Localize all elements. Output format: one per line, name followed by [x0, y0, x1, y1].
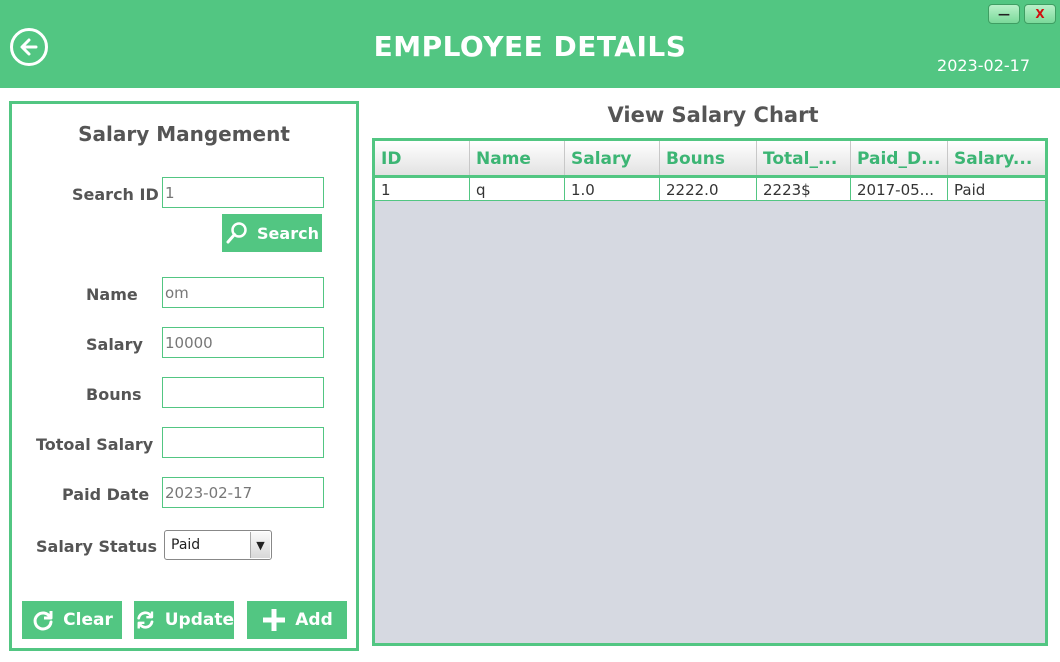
refresh-icon — [33, 611, 53, 631]
app-header: EMPLOYEE DETAILS 2023-02-17 — X — [0, 0, 1060, 88]
name-label: Name — [86, 285, 138, 304]
salary-status-label: Salary Status — [36, 537, 158, 556]
add-button-label: Add — [295, 610, 333, 630]
close-button[interactable]: X — [1024, 4, 1056, 24]
bonus-input[interactable] — [162, 377, 324, 408]
update-button-label: Update — [164, 610, 234, 630]
column-header-bonus[interactable]: Bouns — [660, 141, 757, 175]
search-button[interactable]: Search — [222, 214, 322, 252]
chevron-down-icon[interactable]: ▼ — [250, 532, 270, 558]
column-header-paid-date[interactable]: Paid_D... — [851, 141, 948, 175]
cell-id: 1 — [375, 178, 470, 200]
search-id-input[interactable] — [162, 177, 324, 208]
column-header-name[interactable]: Name — [470, 141, 565, 175]
magnifier-icon — [226, 222, 247, 244]
column-header-salary[interactable]: Salary — [565, 141, 660, 175]
clear-button[interactable]: Clear — [22, 601, 122, 639]
name-input[interactable] — [162, 277, 324, 308]
salary-status-value: Paid — [171, 537, 201, 553]
salary-status-select[interactable]: Paid ▼ — [164, 530, 272, 560]
salary-chart-title: View Salary Chart — [607, 103, 819, 127]
cell-total: 2223$ — [757, 178, 851, 200]
minimize-button[interactable]: — — [988, 4, 1020, 24]
column-header-id[interactable]: ID — [375, 141, 470, 175]
clear-button-label: Clear — [63, 610, 113, 630]
cell-paid-date: 2017-05... — [851, 178, 948, 200]
sync-icon — [137, 611, 154, 629]
total-salary-label: Totoal Salary — [36, 435, 154, 454]
salary-input[interactable] — [162, 327, 324, 358]
total-salary-input[interactable] — [162, 427, 324, 458]
search-button-label: Search — [257, 223, 319, 243]
bonus-label: Bouns — [86, 385, 142, 404]
cell-salary: 1.0 — [565, 178, 660, 200]
update-button[interactable]: Update — [134, 601, 234, 639]
salary-table: ID Name Salary Bouns Total_... Paid_D...… — [372, 138, 1048, 646]
add-button[interactable]: Add — [247, 601, 347, 639]
table-header: ID Name Salary Bouns Total_... Paid_D...… — [375, 141, 1045, 175]
column-header-total[interactable]: Total_... — [757, 141, 851, 175]
page-title: EMPLOYEE DETAILS — [373, 30, 687, 63]
search-id-label: Search ID — [72, 185, 159, 204]
paid-date-input[interactable] — [162, 477, 324, 508]
header-date: 2023-02-17 — [937, 56, 1030, 75]
paid-date-label: Paid Date — [62, 485, 150, 504]
salary-label: Salary — [86, 335, 143, 354]
table-row[interactable]: 1 q 1.0 2222.0 2223$ 2017-05... Paid — [375, 175, 1045, 201]
plus-icon — [263, 609, 286, 631]
cell-bonus: 2222.0 — [660, 178, 757, 200]
salary-management-panel: Salary Mangement Search ID Search Name S… — [9, 101, 359, 651]
cell-name: q — [470, 178, 565, 200]
column-header-status[interactable]: Salary... — [948, 141, 1045, 175]
cell-status: Paid — [954, 181, 986, 199]
panel-title: Salary Mangement — [78, 122, 290, 146]
